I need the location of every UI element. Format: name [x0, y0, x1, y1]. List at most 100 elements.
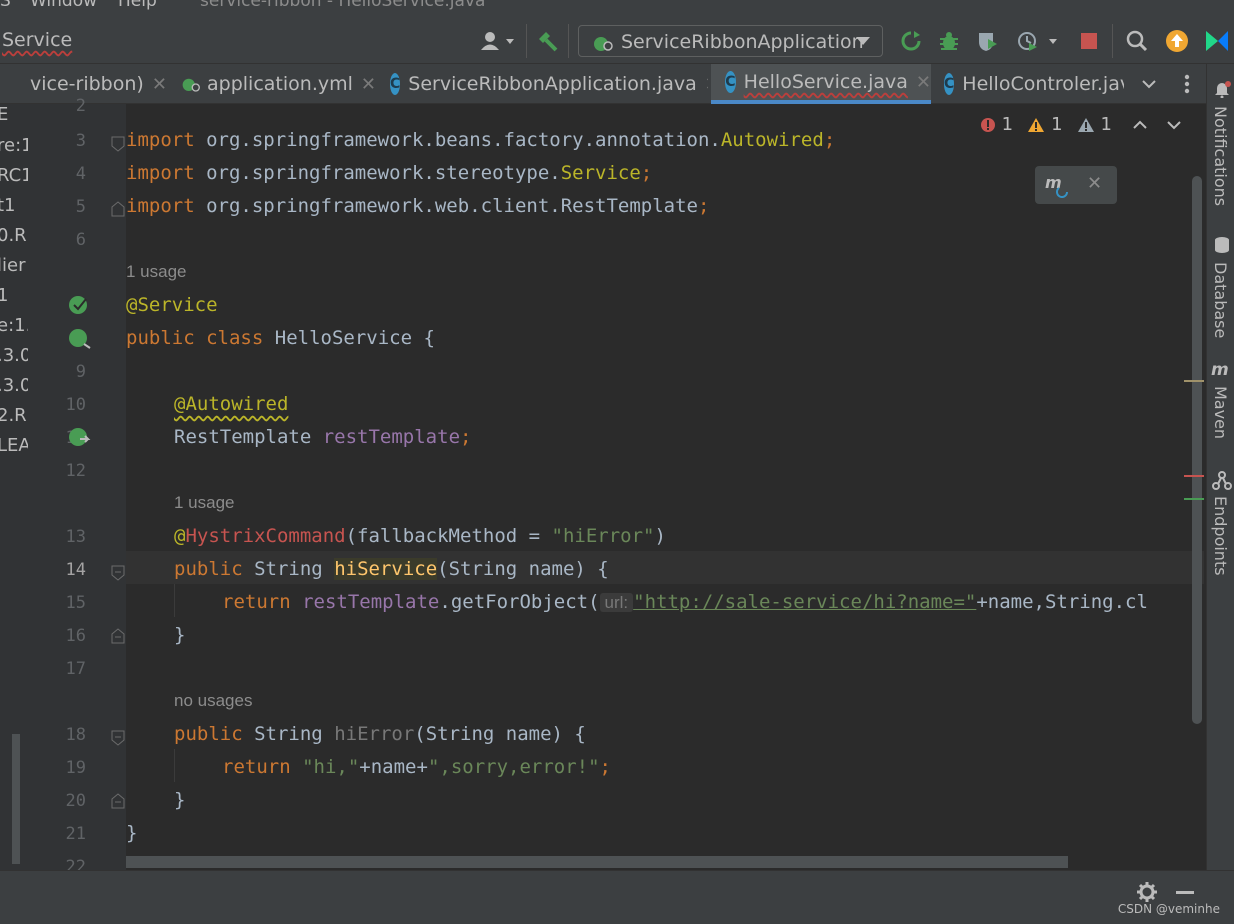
- editor-tab-bar: vice-ribbon) ✕ application.yml ✕ C Service…: [0, 64, 1206, 104]
- project-item[interactable]: e:1.3: [0, 315, 28, 336]
- database-tool[interactable]: Database: [1211, 262, 1230, 338]
- close-icon[interactable]: ✕: [361, 74, 376, 95]
- update-icon[interactable]: [1164, 26, 1190, 56]
- minimize-icon[interactable]: [1176, 891, 1194, 894]
- class-file-icon: C: [944, 73, 955, 95]
- bell-icon[interactable]: [1213, 80, 1231, 98]
- project-item[interactable]: t1: [0, 195, 16, 216]
- project-scrollbar[interactable]: [12, 734, 20, 864]
- code-line-21: }: [126, 822, 138, 844]
- line-number: 13: [65, 527, 86, 547]
- code-line-10: @Autowired: [174, 393, 289, 415]
- tab-list-chevron-icon[interactable]: [1136, 64, 1162, 104]
- marker-error[interactable]: [1184, 475, 1204, 477]
- user-icon[interactable]: [478, 26, 518, 56]
- editor-gutter: 2 3 4 5 6 7 8 9 10 11 12 13 14 15 16 17 …: [28, 96, 155, 877]
- menu-item-window[interactable]: Window: [30, 0, 97, 10]
- close-icon[interactable]: ✕: [152, 74, 167, 95]
- more-options-icon[interactable]: [1176, 64, 1198, 104]
- code-line-5: import org.springframework.web.client.Re…: [126, 195, 710, 217]
- watermark: CSDN @veminhe: [1117, 902, 1220, 916]
- fold-marker-icon[interactable]: [111, 565, 125, 581]
- chevron-down-icon[interactable]: [1166, 119, 1182, 131]
- project-item[interactable]: 2.RE: [0, 405, 28, 426]
- status-bar: CSDN @veminhe: [0, 870, 1234, 924]
- svg-text:m: m: [1211, 360, 1229, 378]
- gear-icon[interactable]: [1136, 881, 1158, 903]
- spring-bean-icon[interactable]: [68, 294, 92, 316]
- project-item[interactable]: 0.RE: [0, 225, 28, 246]
- maven-tool[interactable]: Maven: [1211, 386, 1230, 439]
- maven-reload-popup: m ✕: [1035, 166, 1117, 204]
- error-count: 1: [1001, 114, 1014, 135]
- tab-service-ribbon[interactable]: vice-ribbon) ✕: [30, 64, 170, 104]
- fold-marker-icon[interactable]: [111, 136, 125, 152]
- menu-item-s[interactable]: S: [0, 0, 11, 10]
- tab-hello-service[interactable]: C HelloService.java ✕: [711, 64, 931, 104]
- fold-marker-icon[interactable]: [111, 793, 125, 809]
- close-icon[interactable]: ✕: [705, 74, 708, 95]
- line-number: 21: [65, 824, 86, 844]
- project-item[interactable]: re:1: [0, 135, 28, 156]
- code-line-18: public String hiError(String name) {: [174, 723, 586, 745]
- code-editor[interactable]: import org.springframework.beans.factory…: [126, 104, 1204, 870]
- spring-bean-icon[interactable]: [68, 327, 92, 349]
- marker-annotation[interactable]: [1184, 380, 1204, 382]
- tab-application-yml[interactable]: application.yml ✕: [176, 64, 376, 104]
- project-item[interactable]: RC1: [0, 165, 28, 186]
- line-number: 18: [65, 725, 86, 745]
- marker-change[interactable]: [1184, 498, 1204, 500]
- stop-icon[interactable]: [1076, 26, 1102, 56]
- coverage-icon[interactable]: [974, 26, 1002, 56]
- search-icon[interactable]: [1124, 26, 1150, 56]
- code-line-20: }: [174, 789, 186, 811]
- usage-hint[interactable]: 1 usage: [174, 493, 235, 513]
- tab-hello-controler[interactable]: C HelloControler.jav: [934, 64, 1124, 104]
- project-item[interactable]: LEA: [0, 435, 28, 456]
- database-icon[interactable]: [1213, 236, 1231, 254]
- project-item[interactable]: lier: [0, 255, 25, 276]
- tab-label: vice-ribbon): [30, 73, 144, 95]
- line-number: 4: [75, 164, 86, 184]
- window-title: service-ribbon - HelloService.java: [200, 0, 486, 10]
- class-file-icon: C: [390, 73, 401, 95]
- chevron-up-icon[interactable]: [1132, 119, 1148, 131]
- weak-warning-count: 1: [1100, 114, 1112, 135]
- usage-hint[interactable]: no usages: [174, 691, 252, 711]
- maven-icon[interactable]: m: [1211, 360, 1233, 378]
- line-number: 15: [65, 593, 86, 613]
- debug-bug-icon[interactable]: [936, 26, 962, 56]
- project-item[interactable]: .3.0: [0, 375, 28, 396]
- profile-icon[interactable]: [1014, 26, 1064, 56]
- close-icon[interactable]: ✕: [1087, 173, 1102, 194]
- chevron-down-icon: [856, 37, 870, 45]
- line-number: 10: [65, 395, 86, 415]
- inspection-widget[interactable]: 1 1 1: [980, 114, 1182, 135]
- endpoints-tool[interactable]: Endpoints: [1211, 496, 1230, 576]
- toolbox-icon[interactable]: [1202, 26, 1232, 56]
- vertical-scrollbar[interactable]: [1192, 176, 1202, 724]
- fold-marker-icon[interactable]: [111, 730, 125, 746]
- weak-warning-icon: [1077, 117, 1094, 132]
- endpoints-icon[interactable]: [1212, 471, 1232, 491]
- usage-hint[interactable]: 1 usage: [126, 262, 187, 282]
- code-line-11: RestTemplate restTemplate;: [174, 426, 472, 448]
- horizontal-scrollbar[interactable]: [126, 856, 1068, 868]
- project-item[interactable]: E: [0, 104, 8, 125]
- fold-marker-icon[interactable]: [111, 628, 125, 644]
- tab-service-ribbon-application[interactable]: C ServiceRibbonApplication.java ✕: [386, 64, 708, 104]
- menu-item-help[interactable]: Help: [118, 0, 157, 10]
- autowired-bean-icon[interactable]: [68, 426, 92, 448]
- breadcrumb[interactable]: Service: [2, 29, 72, 51]
- rerun-icon[interactable]: [898, 26, 924, 56]
- project-item[interactable]: .3.0: [0, 345, 28, 366]
- notifications-tool[interactable]: Notifications: [1211, 106, 1230, 206]
- build-hammer-icon[interactable]: [535, 26, 561, 56]
- line-number: 6: [75, 230, 86, 250]
- project-item[interactable]: 1: [0, 285, 8, 306]
- run-config-selector[interactable]: ServiceRibbonApplication: [578, 25, 883, 57]
- close-icon[interactable]: ✕: [916, 72, 931, 93]
- project-panel-fragment: E re:1 RC1 t1 0.RE lier 1 e:1.3 .3.0 .3.…: [0, 104, 28, 870]
- maven-reload-icon[interactable]: m: [1045, 172, 1071, 198]
- fold-marker-icon[interactable]: [111, 201, 125, 217]
